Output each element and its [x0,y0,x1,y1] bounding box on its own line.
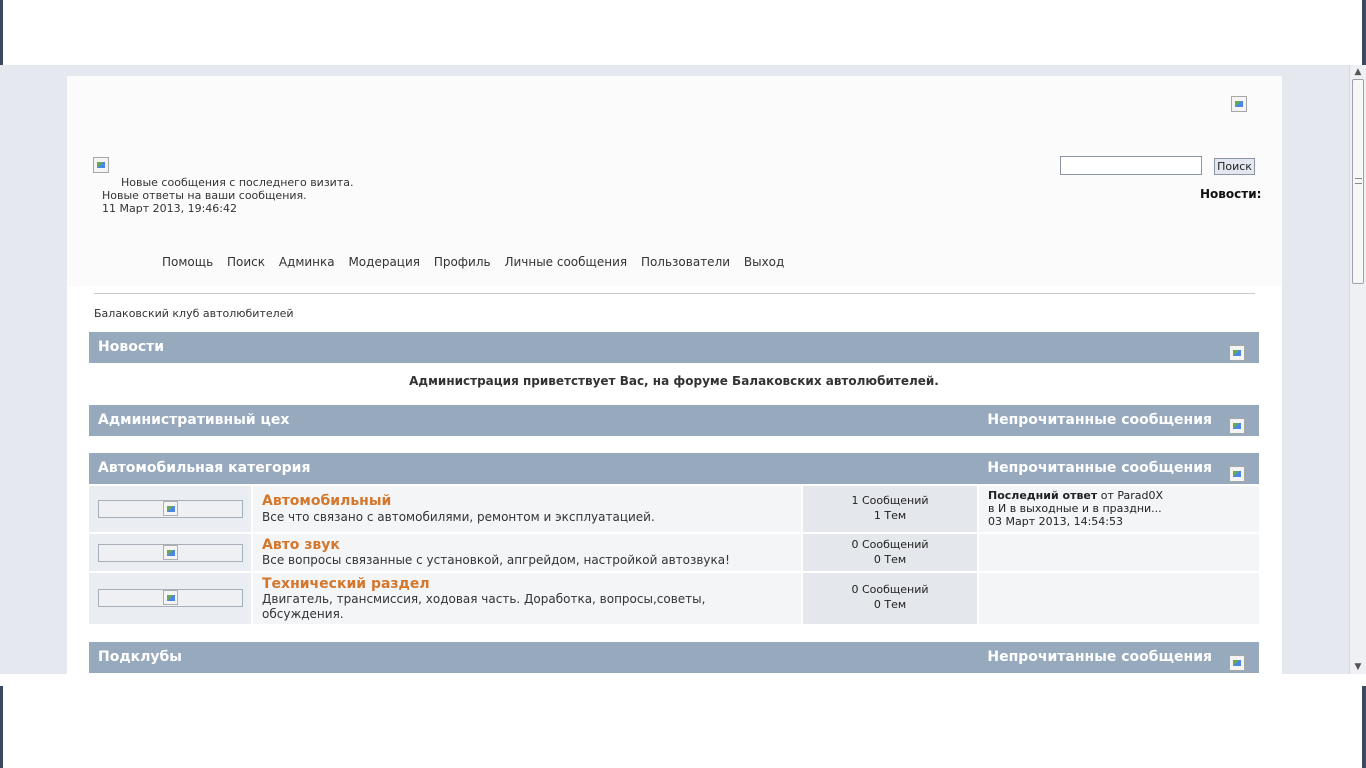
browser-viewport: Новые сообщения с последнего визита. Нов… [0,65,1349,674]
scroll-thumb[interactable] [1352,79,1364,284]
header-divider [94,293,1255,294]
board-image-icon [163,545,178,560]
menu-item-moderation[interactable]: Модерация [348,255,420,269]
category-title[interactable]: Автомобильная категория [98,460,310,476]
category-bar-admin: Административный цех Непрочитанные сообщ… [89,405,1259,436]
board-description: Двигатель, трансмиссия, ходовая часть. Д… [262,592,706,621]
new-posts-link[interactable]: Новые сообщения с последнего визита. [121,176,353,189]
last-post-date: 03 Март 2013, 14:54:53 [988,515,1124,528]
welcome-message: Администрация приветствует Вас, на форум… [409,374,939,388]
category-bar-subclubs: Подклубы Непрочитанные сообщения [89,642,1259,673]
category-title[interactable]: Подклубы [98,649,182,665]
window-edge-left [0,686,3,768]
current-datetime: 11 Март 2013, 19:46:42 [102,202,238,215]
topic-count: 0 Тем [873,598,907,611]
scroll-down-arrow-icon[interactable]: ▼ [1350,660,1366,674]
window-edge-left [0,0,3,65]
board-link[interactable]: Автомобильный [262,493,391,509]
collapse-news-icon[interactable] [1229,345,1245,361]
main-menu: Помощь Поиск Админка Модерация Профиль Л… [162,255,794,269]
board-row: Авто звук Все вопросы связанные с устано… [89,534,1259,571]
collapse-category-icon[interactable] [1229,418,1245,434]
menu-item-profile[interactable]: Профиль [434,255,491,269]
category-bar-auto: Автомобильная категория Непрочитанные со… [89,453,1259,484]
browser-top-area [0,0,1366,65]
board-info-cell: Авто звук Все вопросы связанные с устано… [253,534,801,571]
browser-bottom-area [0,674,1366,768]
collapse-category-icon[interactable] [1229,655,1245,671]
last-post-cell [979,573,1259,624]
board-icon-cell [89,573,251,624]
board-icon-cell [89,534,251,571]
unread-posts-link[interactable]: Непрочитанные сообщения [987,412,1212,428]
board-link[interactable]: Авто звук [262,537,340,553]
board-row: Автомобильный Все что связано с автомоби… [89,486,1259,532]
last-post-label: Последний ответ [988,489,1098,502]
category-title[interactable]: Административный цех [98,412,289,428]
board-image-icon [163,590,178,605]
menu-item-logout[interactable]: Выход [744,255,784,269]
post-count: 0 Сообщений [851,583,929,596]
board-icon-cell [89,486,251,532]
post-count: 0 Сообщений [851,538,929,551]
unread-posts-link[interactable]: Непрочитанные сообщения [987,460,1212,476]
scroll-grip-icon [1355,178,1362,184]
forum-header: Новые сообщения с последнего визита. Нов… [67,76,1282,286]
breadcrumb[interactable]: Балаковский клуб автолюбителей [94,307,294,320]
news-label: Новости: [1200,187,1262,201]
topic-count: 1 Тем [873,509,907,522]
board-description: Все вопросы связанные с установкой, апгр… [262,553,730,567]
board-status-icon [98,500,243,518]
user-avatar-icon [93,157,109,173]
news-bar-title: Новости [98,339,165,355]
menu-item-search[interactable]: Поиск [227,255,265,269]
forum-page: Новые сообщения с последнего визита. Нов… [67,76,1282,674]
last-post-cell: Последний ответ от Parad0X в И в выходны… [979,486,1259,532]
board-image-icon [163,501,178,516]
post-count: 1 Сообщений [851,494,929,507]
last-post-topic-link[interactable]: в И в выходные и в праздни... [988,502,1162,515]
window-edge-right [1362,0,1366,65]
last-post-cell [979,534,1259,571]
board-status-icon [98,589,243,607]
board-info-cell: Автомобильный Все что связано с автомоби… [253,486,801,532]
unread-posts-link[interactable]: Непрочитанные сообщения [987,649,1212,665]
menu-item-messages[interactable]: Личные сообщения [504,255,627,269]
collapse-category-icon[interactable] [1229,466,1245,482]
vertical-scrollbar[interactable]: ▲ ▼ [1349,65,1366,674]
news-bar: Новости [89,332,1259,363]
window-edge-right [1362,686,1366,768]
last-post-author-line: Последний ответ от Parad0X [988,489,1163,502]
search-input[interactable] [1060,156,1202,175]
board-stats-cell: 0 Сообщений 0 Тем [803,573,977,624]
menu-item-help[interactable]: Помощь [162,255,213,269]
board-description: Все что связано с автомобилями, ремонтом… [262,510,655,524]
board-stats-cell: 1 Сообщений 1 Тем [803,486,977,532]
new-replies-link[interactable]: Новые ответы на ваши сообщения. [102,189,307,202]
scroll-up-arrow-icon[interactable]: ▲ [1350,65,1366,79]
header-image-icon [1231,96,1247,112]
board-info-cell: Технический раздел Двигатель, трансмисси… [253,573,801,624]
board-row: Технический раздел Двигатель, трансмисси… [89,573,1259,624]
last-post-author[interactable]: от Parad0X [1097,489,1163,502]
search-button[interactable]: Поиск [1214,158,1255,175]
board-status-icon [98,544,243,562]
board-link[interactable]: Технический раздел [262,576,430,592]
board-stats-cell: 0 Сообщений 0 Тем [803,534,977,571]
menu-item-members[interactable]: Пользователи [641,255,730,269]
menu-item-admin[interactable]: Админка [279,255,335,269]
topic-count: 0 Тем [873,553,907,566]
